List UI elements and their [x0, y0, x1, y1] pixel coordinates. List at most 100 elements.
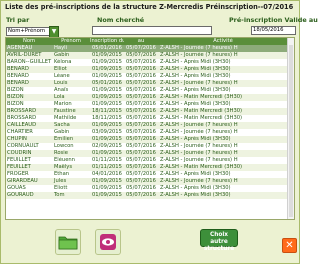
cell-du: 01/09/2015	[92, 136, 122, 142]
table-row[interactable]: CHUPIN Emilien 01/09/2015 05/07/2016 Z-ALSH …	[6, 136, 294, 143]
cell-au: 05/07/2016	[126, 178, 156, 184]
valid-date-input[interactable]: 18/05/2016	[251, 26, 296, 35]
cell-activite: Z-ALSH - Journée (7 heures) H	[160, 80, 238, 86]
col-header-prenom[interactable]: Prénom	[52, 38, 90, 45]
cell-activite: Z-ALSH - Journée (7 heures) H	[160, 178, 238, 184]
cell-du: 01/09/2015	[92, 52, 122, 58]
cell-nom: BIZON	[7, 101, 24, 107]
table-row[interactable]: CORNUAULT Lowcon 02/09/2015 05/07/2016 Z-ALS…	[6, 143, 294, 150]
cell-prenom: Gabin	[54, 52, 70, 58]
table-row[interactable]: BENARD Louis 05/01/2016 05/07/2016 Z-ALSH - …	[6, 80, 294, 87]
cell-nom: FEUILLET	[7, 164, 31, 170]
vertical-scrollbar[interactable]	[287, 38, 294, 219]
table-row[interactable]: AVRIL-DURET Gabin 01/09/2015 05/07/2016 Z-AL…	[6, 52, 294, 59]
cell-au: 05/07/2016	[126, 129, 156, 135]
col-header-nom[interactable]: Nom	[6, 38, 52, 45]
cell-activite: Z-ALSH - Matin Mercredi (3H30)	[160, 108, 243, 114]
cell-activite: Z-ALSH - Journée (7 heures) H	[160, 45, 238, 51]
cell-nom: GIRARDEAU	[7, 178, 38, 184]
cell-prenom: Léane	[54, 73, 70, 79]
table-row[interactable]: BENARD Léane 01/09/2015 05/07/2016 Z-ALSH - …	[6, 73, 294, 80]
cell-au: 05/07/2016	[126, 115, 156, 121]
cell-au: 05/07/2016	[126, 80, 156, 86]
table-row[interactable]: BARON--GUILLET Kélona 01/09/2015 05/07/2016…	[6, 59, 294, 66]
preinscription-table: Nom Prénom Inscription du au Activité AG…	[5, 37, 295, 220]
table-row[interactable]: BROSSARD Faustine 18/11/2015 05/07/2016 Z-AL…	[6, 108, 294, 115]
cell-prenom: Mathilde	[54, 115, 77, 121]
table-row[interactable]: AGENEAU Hayli 05/01/2016 05/07/2016 Z-ALSH -…	[6, 45, 294, 52]
cell-prenom: Lowcon	[54, 143, 74, 149]
table-row[interactable]: GOURAUD Tom 01/09/2015 05/07/2016 Z-ALSH - A…	[6, 192, 294, 199]
cell-nom: CORNUAULT	[7, 143, 39, 149]
folder-button[interactable]	[55, 229, 81, 255]
cell-prenom: Kélona	[54, 59, 72, 65]
cell-activite: Z-ALSH - Journée (7 heures) H	[160, 150, 238, 156]
cell-nom: BENARD	[7, 73, 29, 79]
close-button[interactable]: ✕	[282, 238, 297, 253]
table-row[interactable]: CAILLEAUD Sacha 01/09/2015 05/07/2016 Z-ALSH…	[6, 122, 294, 129]
sort-select[interactable]: Nom+Prénom ▼	[6, 26, 59, 38]
cell-activite: Z-ALSH - Journée (7 heures) H	[160, 143, 238, 149]
table-row[interactable]: BENARD Elliot 01/09/2015 05/07/2016 Z-ALSH -…	[6, 66, 294, 73]
cell-prenom: Lola	[54, 94, 65, 100]
cell-activite: Z-ALSH - Après Midi (3H30)	[160, 101, 231, 107]
cell-du: 01/09/2015	[92, 87, 122, 93]
cell-au: 05/07/2016	[126, 108, 156, 114]
cell-nom: CHARTIER	[7, 129, 33, 135]
window-title: Liste des pré-inscriptions de la structu…	[5, 3, 294, 11]
col-header-au[interactable]: au	[124, 38, 158, 45]
cell-au: 05/07/2016	[126, 45, 156, 51]
view-button[interactable]	[95, 229, 121, 255]
cell-au: 05/07/2016	[126, 192, 156, 198]
table-header: Nom Prénom Inscription du au Activité	[6, 38, 294, 45]
cell-prenom: Louis	[54, 80, 68, 86]
cell-au: 05/07/2016	[126, 136, 156, 142]
cell-activite: Z-ALSH - Journée (7 heures) H	[160, 129, 238, 135]
table-row[interactable]: FEUILLET Eléuenn 01/11/2015 05/07/2016 Z-ALS…	[6, 157, 294, 164]
col-header-activite[interactable]: Activité	[158, 38, 288, 45]
cell-prenom: Elliot	[54, 66, 67, 72]
cell-nom: BENARD	[7, 80, 29, 86]
cell-nom: CAILLEAUD	[7, 122, 37, 128]
cell-du: 03/09/2015	[92, 129, 122, 135]
cell-activite: Z-ALSH - Après Midi (3H30)	[160, 59, 231, 65]
cell-activite: Z-ALSH - Matin Mercredi (3H30)	[160, 94, 243, 100]
table-row[interactable]: CHARTIER Gabin 03/09/2015 05/07/2016 Z-ALSH …	[6, 129, 294, 136]
cell-activite: Z-ALSH - Après Midi (3H30)	[160, 171, 231, 177]
cell-activite: Z-ALSH - Après Midi (3H30)	[160, 87, 231, 93]
cell-nom: GOUAS	[7, 185, 26, 191]
table-row[interactable]: COUDRIN Rosie 01/09/2015 05/07/2016 Z-ALSH -…	[6, 150, 294, 157]
table-row[interactable]: BIZON Lola 01/09/2015 05/07/2016 Z-ALSH - Ma…	[6, 94, 294, 101]
table-row[interactable]: GOUAS Eliott 01/09/2015 05/07/2016 Z-ALSH - …	[6, 185, 294, 192]
cell-prenom: Ethan	[54, 171, 70, 177]
cell-nom: BIZON	[7, 87, 24, 93]
table-row[interactable]: BIZON Marion 01/09/2015 05/07/2016 Z-ALSH - …	[6, 101, 294, 108]
cell-au: 05/07/2016	[126, 185, 156, 191]
cell-au: 05/07/2016	[126, 171, 156, 177]
cell-prenom: Marion	[54, 101, 72, 107]
table-row[interactable]: GIRARDEAU Jules 01/09/2015 05/07/2016 Z-ALSH…	[6, 178, 294, 185]
cell-nom: FEUILLET	[7, 157, 31, 163]
cell-prenom: Eléuenn	[54, 157, 75, 163]
scrollbar-thumb[interactable]	[289, 45, 293, 217]
cell-nom: BARON--GUILLET	[7, 59, 52, 65]
cell-du: 01/09/2015	[92, 185, 122, 191]
cell-du: 01/11/2015	[92, 164, 122, 170]
col-header-du[interactable]: Inscription du	[90, 38, 124, 45]
cell-activite: Z-ALSH - Après Midi (3H30)	[160, 66, 231, 72]
table-row[interactable]: BIZON Anaïs 01/09/2015 05/07/2016 Z-ALSH - A…	[6, 87, 294, 94]
cell-du: 05/01/2016	[92, 80, 122, 86]
table-row[interactable]: FEUILLET Maëlys 01/11/2015 05/07/2016 Z-ALSH…	[6, 164, 294, 171]
cell-du: 01/09/2015	[92, 178, 122, 184]
search-input[interactable]	[92, 26, 212, 35]
cell-nom: FROGER	[7, 171, 29, 177]
table-row[interactable]: BROSSARD Mathilde 18/11/2015 05/07/2016 Z-AL…	[6, 115, 294, 122]
table-row[interactable]: FROGER Ethan 04/01/2016 05/07/2016 Z-ALSH - …	[6, 171, 294, 178]
cell-nom: BENARD	[7, 66, 29, 72]
cell-prenom: Maëlys	[54, 164, 73, 170]
cell-du: 01/09/2015	[92, 59, 122, 65]
cell-activite: Z-ALSH - Journée (7 heures) H	[160, 122, 238, 128]
cell-au: 05/07/2016	[126, 157, 156, 163]
cell-au: 05/07/2016	[126, 101, 156, 107]
change-structure-button[interactable]: Choix autre structure	[200, 229, 238, 252]
